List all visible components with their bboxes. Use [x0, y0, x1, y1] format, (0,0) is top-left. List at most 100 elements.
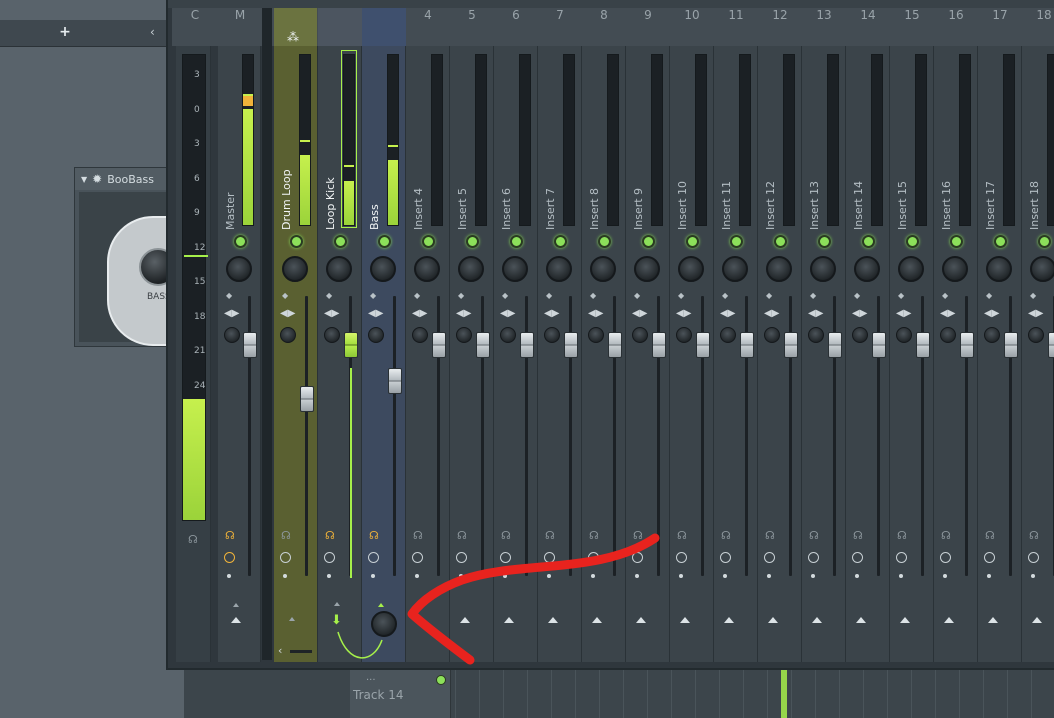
- strip-name[interactable]: Master: [224, 58, 238, 230]
- strip-enable-led[interactable]: [290, 235, 303, 248]
- volume-fader[interactable]: [696, 332, 710, 358]
- send-arrow-icon[interactable]: [988, 617, 998, 623]
- latency-clock-icon[interactable]: [632, 552, 643, 563]
- stereo-separation-knob[interactable]: [984, 327, 1000, 343]
- send-up-small[interactable]: [334, 602, 340, 606]
- strip-name[interactable]: Insert 6: [500, 58, 514, 230]
- pan-knob[interactable]: [546, 256, 572, 282]
- pan-knob[interactable]: [414, 256, 440, 282]
- strip-name[interactable]: Insert 15: [896, 58, 910, 230]
- stereo-separation-knob[interactable]: [280, 327, 296, 343]
- stereo-swap-icon[interactable]: ◀▶: [632, 309, 647, 319]
- send-arrow-icon[interactable]: [548, 617, 558, 623]
- send-arrow-icon[interactable]: [724, 617, 734, 623]
- audio-input-icon[interactable]: ☊: [985, 530, 995, 542]
- strip-enable-led[interactable]: [334, 235, 347, 248]
- playhead[interactable]: [781, 668, 787, 718]
- pan-knob[interactable]: [282, 256, 308, 282]
- stereo-updown-icon[interactable]: ◆: [414, 292, 420, 300]
- pan-knob[interactable]: [854, 256, 880, 282]
- send-arrow-icon[interactable]: [856, 617, 866, 623]
- audio-input-icon[interactable]: ☊: [809, 530, 819, 542]
- mixer-strip[interactable]: Insert 7 ◆ ◀▶ ☊: [538, 46, 582, 662]
- latency-clock-icon[interactable]: [984, 552, 995, 563]
- mixer-window[interactable]: CM123456789101112131415161718⁂☊303691215…: [166, 0, 1054, 670]
- pan-knob[interactable]: [634, 256, 660, 282]
- stereo-updown-icon[interactable]: ◆: [854, 292, 860, 300]
- bass-send-knob[interactable]: [371, 611, 397, 637]
- stereo-separation-knob[interactable]: [456, 327, 472, 343]
- strip-name[interactable]: Insert 10: [676, 58, 690, 230]
- stereo-updown-icon[interactable]: ◆: [1030, 292, 1036, 300]
- scrollbar[interactable]: [290, 650, 312, 653]
- send-arrow-icon[interactable]: [1032, 617, 1042, 623]
- plugin-window[interactable]: ▼ ✹ BooBass BASS: [74, 167, 170, 347]
- stereo-separation-knob[interactable]: [324, 327, 340, 343]
- pan-knob[interactable]: [898, 256, 924, 282]
- volume-fader[interactable]: [872, 332, 886, 358]
- latency-clock-icon[interactable]: [720, 552, 731, 563]
- stereo-separation-knob[interactable]: [1028, 327, 1044, 343]
- pan-knob[interactable]: [458, 256, 484, 282]
- pan-knob[interactable]: [942, 256, 968, 282]
- strip-enable-led[interactable]: [994, 235, 1007, 248]
- pan-knob[interactable]: [326, 256, 352, 282]
- volume-fader[interactable]: [243, 332, 257, 358]
- stereo-updown-icon[interactable]: ◆: [590, 292, 596, 300]
- volume-fader[interactable]: [960, 332, 974, 358]
- column-number-18[interactable]: 18: [1030, 8, 1054, 24]
- stereo-swap-icon[interactable]: ◀▶: [280, 309, 295, 319]
- latency-clock-icon[interactable]: [808, 552, 819, 563]
- stereo-separation-knob[interactable]: [852, 327, 868, 343]
- mixer-strip[interactable]: Bass ◆ ◀▶ ☊: [362, 46, 406, 662]
- send-arrow-icon[interactable]: [231, 617, 241, 623]
- stereo-updown-icon[interactable]: ◆: [546, 292, 552, 300]
- stereo-updown-icon[interactable]: ◆: [370, 292, 376, 300]
- track-mute-led[interactable]: [436, 675, 446, 685]
- audio-input-icon[interactable]: ☊: [941, 530, 951, 542]
- stereo-swap-icon[interactable]: ◀▶: [984, 309, 999, 319]
- send-up-small[interactable]: [378, 603, 384, 607]
- column-number-5[interactable]: 5: [458, 8, 486, 24]
- volume-fader[interactable]: [432, 332, 446, 358]
- send-down-arrow-icon[interactable]: ⬇: [331, 613, 342, 628]
- stereo-swap-icon[interactable]: ◀▶: [940, 309, 955, 319]
- latency-clock-icon[interactable]: [852, 552, 863, 563]
- column-number-17[interactable]: 17: [986, 8, 1014, 24]
- send-arrow-icon[interactable]: [680, 617, 690, 623]
- pan-knob[interactable]: [678, 256, 704, 282]
- send-arrow-icon[interactable]: [416, 617, 426, 623]
- latency-clock-icon[interactable]: [896, 552, 907, 563]
- column-number-4[interactable]: 4: [414, 8, 442, 24]
- audio-input-icon[interactable]: ☊: [633, 530, 643, 542]
- strip-enable-led[interactable]: [378, 235, 391, 248]
- mixer-strip[interactable]: Master ◆ ◀▶ ☊: [218, 46, 261, 662]
- latency-clock-icon[interactable]: [764, 552, 775, 563]
- stereo-separation-knob[interactable]: [896, 327, 912, 343]
- track-menu-dots[interactable]: ...: [366, 672, 376, 683]
- stereo-updown-icon[interactable]: ◆: [986, 292, 992, 300]
- stereo-updown-icon[interactable]: ◆: [458, 292, 464, 300]
- strip-enable-led[interactable]: [466, 235, 479, 248]
- stereo-separation-knob[interactable]: [412, 327, 428, 343]
- audio-input-icon[interactable]: ☊: [281, 530, 291, 542]
- strip-name[interactable]: Insert 11: [720, 58, 734, 230]
- volume-fader[interactable]: [828, 332, 842, 358]
- mixer-strip[interactable]: Insert 15 ◆ ◀▶ ☊: [890, 46, 934, 662]
- strip-name[interactable]: Loop Kick: [324, 58, 338, 230]
- mixer-strip[interactable]: Insert 6 ◆ ◀▶ ☊: [494, 46, 538, 662]
- stereo-separation-knob[interactable]: [764, 327, 780, 343]
- column-number-7[interactable]: 7: [546, 8, 574, 24]
- stereo-updown-icon[interactable]: ◆: [898, 292, 904, 300]
- send-arrow-icon[interactable]: [768, 617, 778, 623]
- volume-fader[interactable]: [652, 332, 666, 358]
- volume-fader[interactable]: [300, 386, 314, 412]
- audio-input-icon[interactable]: ☊: [721, 530, 731, 542]
- pan-knob[interactable]: [590, 256, 616, 282]
- stereo-updown-icon[interactable]: ◆: [502, 292, 508, 300]
- send-up-small[interactable]: [289, 617, 295, 621]
- mixer-strip[interactable]: Insert 9 ◆ ◀▶ ☊: [626, 46, 670, 662]
- audio-input-icon[interactable]: ☊: [413, 530, 423, 542]
- volume-fader[interactable]: [344, 332, 358, 358]
- strip-name[interactable]: Insert 4: [412, 58, 426, 230]
